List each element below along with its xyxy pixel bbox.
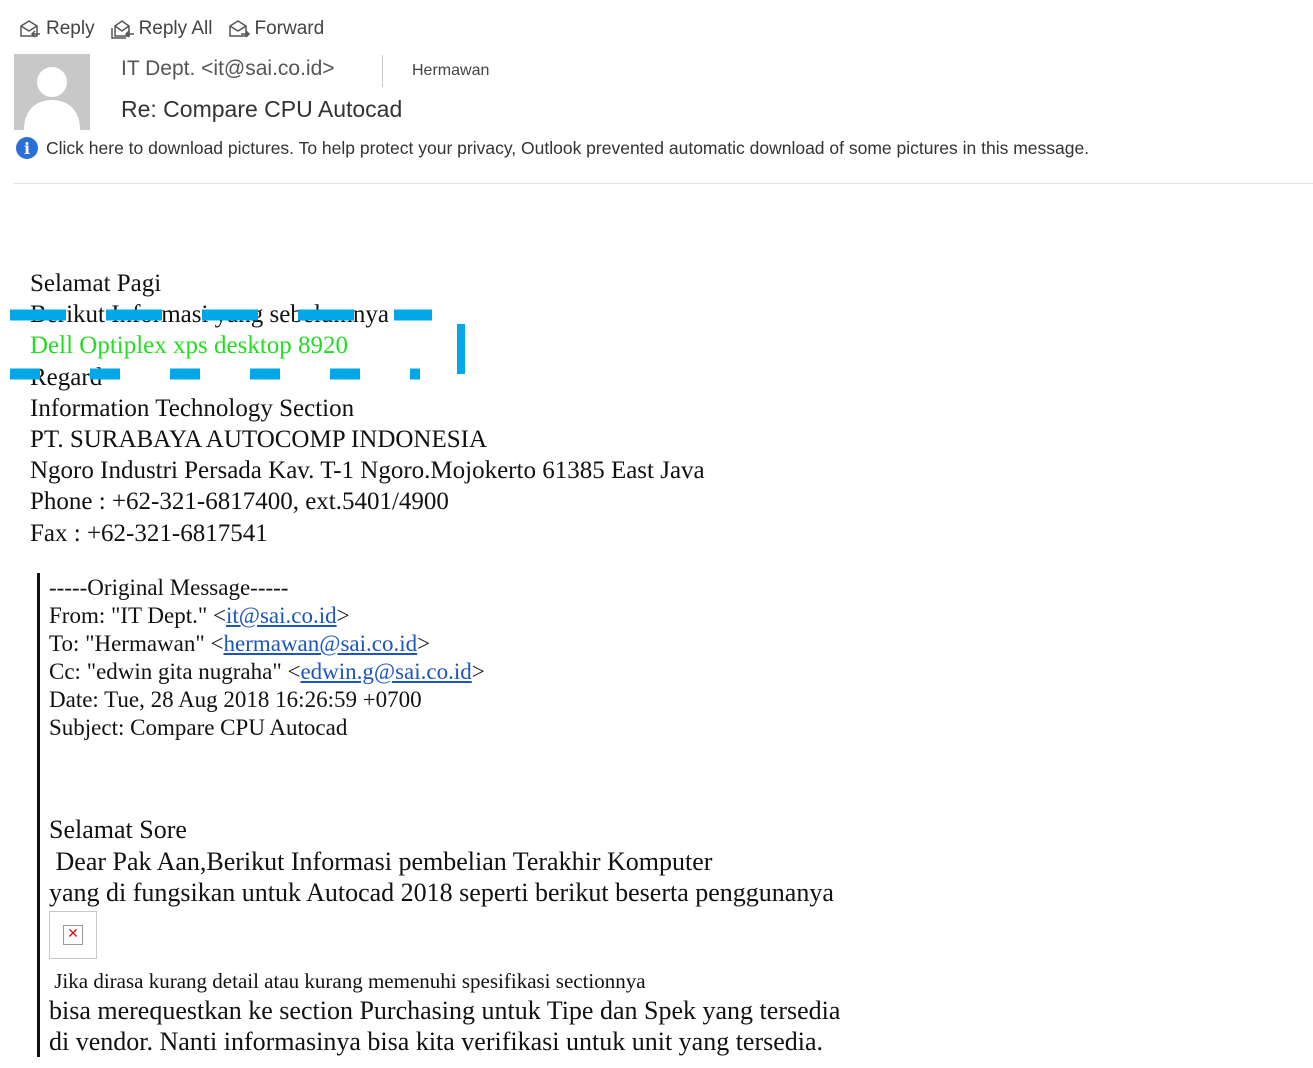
info-icon: i — [16, 137, 38, 159]
message-subject: Re: Compare CPU Autocad — [121, 96, 403, 122]
reply-all-button[interactable]: Reply All — [109, 18, 213, 40]
quoted-subject-line: Subject: Compare CPU Autocad — [49, 715, 348, 740]
signature-phone: Phone : +62-321-6817400, ext.5401/4900 — [30, 488, 449, 516]
quoted-line-2: yang di fungsikan untuk Autocad 2018 sep… — [49, 878, 834, 907]
quoted-cc-close: > — [471, 659, 485, 684]
quoted-to-close: > — [417, 631, 431, 656]
body-greeting: Selamat Pagi — [30, 270, 162, 297]
quoted-from-email-link[interactable]: it@sai.co.id — [226, 603, 337, 628]
forward-label: Forward — [254, 18, 325, 39]
quoted-from-line: From: "IT Dept." <it@sai.co.id> — [49, 602, 840, 630]
sender-address[interactable]: IT Dept. <it@sai.co.id> — [121, 57, 335, 81]
quoted-from-close: > — [336, 603, 350, 628]
quoted-greeting: Selamat Sore — [49, 815, 187, 844]
quoted-line-4: bisa merequestkan ke section Purchasing … — [49, 995, 841, 1025]
body-product-line: Dell Optiplex xps desktop 8920 — [30, 332, 349, 360]
message-body: Selamat Pagi Berikut Informasi yang sebe… — [30, 268, 705, 549]
signature-fax: Fax : +62-321-6817541 — [30, 519, 268, 547]
body-regard: Regard — [30, 363, 103, 391]
forward-icon — [228, 20, 250, 38]
quoted-line-1: Dear Pak Aan,Berikut Informasi pembelian… — [49, 846, 713, 876]
reply-label: Reply — [46, 18, 95, 39]
broken-image-icon: ✕ — [63, 924, 83, 945]
signature-section: Information Technology Section — [30, 394, 355, 422]
quoted-to-prefix: To: "Hermawan" < — [49, 631, 224, 656]
original-message-marker: -----Original Message----- — [49, 575, 289, 600]
download-pictures-infobar[interactable]: i Click here to download pictures. To he… — [16, 137, 1089, 159]
avatar — [14, 54, 90, 130]
quoted-to-email-link[interactable]: hermawan@sai.co.id — [223, 631, 417, 656]
message-toolbar: Reply Reply All Forward — [18, 14, 338, 44]
reply-icon — [20, 20, 40, 38]
quoted-cc-email-link[interactable]: edwin.g@sai.co.id — [300, 659, 471, 684]
quoted-line-3: Jika dirasa kurang detail atau kurang me… — [49, 968, 646, 993]
recipient-name[interactable]: Hermawan — [412, 62, 489, 80]
broken-image-placeholder[interactable]: ✕ — [49, 910, 97, 959]
quoted-cc-line: Cc: "edwin gita nugraha" <edwin.g@sai.co… — [49, 658, 840, 686]
quoted-to-line: To: "Hermawan" <hermawan@sai.co.id> — [49, 630, 840, 658]
quoted-from-prefix: From: "IT Dept." < — [49, 603, 226, 628]
forward-button[interactable]: Forward — [227, 18, 325, 40]
quoted-date-line: Date: Tue, 28 Aug 2018 16:26:59 +0700 — [49, 687, 422, 712]
signature-company: PT. SURABAYA AUTOCOMP INDONESIA — [30, 425, 488, 453]
quoted-message: -----Original Message----- From: "IT Dep… — [49, 574, 840, 1058]
quoted-cc-prefix: Cc: "edwin gita nugraha" < — [49, 659, 301, 684]
header-rule — [14, 183, 1313, 184]
signature-address: Ngoro Industri Persada Kav. T-1 Ngoro.Mo… — [30, 457, 705, 485]
header-divider — [382, 55, 383, 87]
reply-button[interactable]: Reply — [18, 18, 95, 40]
body-intro-line: Berikut Informasi yang sebelumnya — [30, 301, 389, 329]
reply-all-icon — [110, 20, 134, 39]
infobar-text: Click here to download pictures. To help… — [46, 137, 1090, 158]
quoted-line-5: di vendor. Nanti informasinya bisa kita … — [49, 1027, 824, 1056]
reply-all-label: Reply All — [138, 18, 213, 39]
quote-bar — [37, 573, 40, 1057]
quoted-spacer — [49, 742, 840, 814]
person-icon — [14, 54, 90, 130]
